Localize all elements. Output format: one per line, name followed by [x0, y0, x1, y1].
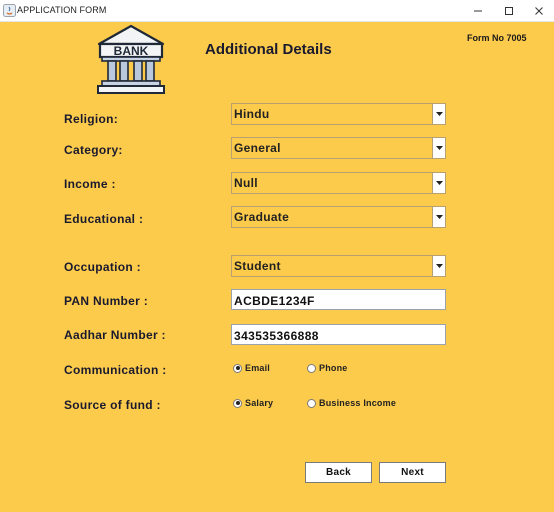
- phone-radio-label: Phone: [319, 363, 348, 373]
- occupation-value: Student: [234, 259, 281, 273]
- income-value: Null: [234, 176, 258, 190]
- occupation-select[interactable]: Student: [231, 255, 446, 277]
- email-radio[interactable]: Email: [233, 363, 270, 373]
- category-value: General: [234, 141, 281, 155]
- education-value: Graduate: [234, 210, 290, 224]
- chevron-down-icon[interactable]: [432, 104, 445, 124]
- maximize-button[interactable]: [494, 0, 524, 22]
- radio-unselected-icon: [307, 363, 316, 373]
- bank-logo: BANK: [97, 24, 165, 94]
- next-button[interactable]: Next: [379, 462, 446, 483]
- maximize-icon: [505, 7, 513, 15]
- java-icon: [3, 4, 16, 17]
- page-title: Additional Details: [205, 41, 332, 58]
- title-bar: APPLICATION FORM: [0, 0, 554, 22]
- back-button[interactable]: Back: [305, 462, 372, 483]
- aadhar-label: Aadhar Number :: [64, 328, 166, 342]
- income-label: Income :: [64, 177, 116, 191]
- pan-input[interactable]: [231, 289, 446, 310]
- education-label: Educational :: [64, 212, 144, 226]
- category-label: Category:: [64, 143, 123, 157]
- email-radio-label: Email: [245, 363, 271, 373]
- aadhar-input[interactable]: [231, 324, 446, 345]
- form-panel: BANK Additional Details Form No 7005 Rel…: [0, 22, 554, 512]
- radio-selected-icon: [233, 398, 242, 408]
- category-select[interactable]: General: [231, 137, 446, 159]
- religion-label: Religion:: [64, 112, 119, 126]
- close-icon: [535, 7, 543, 15]
- business-income-radio-label: Business Income: [319, 398, 397, 408]
- salary-radio[interactable]: Salary: [233, 398, 273, 408]
- radio-unselected-icon: [307, 398, 316, 408]
- chevron-down-icon[interactable]: [432, 138, 445, 158]
- minimize-icon: [474, 10, 482, 12]
- window-title: APPLICATION FORM: [17, 5, 107, 15]
- logo-text: BANK: [114, 44, 149, 58]
- chevron-down-icon[interactable]: [432, 173, 445, 193]
- religion-value: Hindu: [234, 107, 270, 121]
- income-select[interactable]: Null: [231, 172, 446, 194]
- close-button[interactable]: [524, 0, 554, 22]
- phone-radio[interactable]: Phone: [307, 363, 348, 373]
- radio-selected-icon: [233, 363, 242, 373]
- form-number: Form No 7005: [467, 33, 527, 43]
- business-income-radio[interactable]: Business Income: [307, 398, 396, 408]
- source-of-fund-label: Source of fund :: [64, 398, 161, 412]
- religion-select[interactable]: Hindu: [231, 103, 446, 125]
- chevron-down-icon[interactable]: [432, 256, 445, 276]
- chevron-down-icon[interactable]: [432, 207, 445, 227]
- pan-label: PAN Number :: [64, 294, 149, 308]
- minimize-button[interactable]: [463, 0, 493, 22]
- education-select[interactable]: Graduate: [231, 206, 446, 228]
- communication-label: Communication :: [64, 363, 167, 377]
- occupation-label: Occupation :: [64, 260, 141, 274]
- salary-radio-label: Salary: [245, 398, 274, 408]
